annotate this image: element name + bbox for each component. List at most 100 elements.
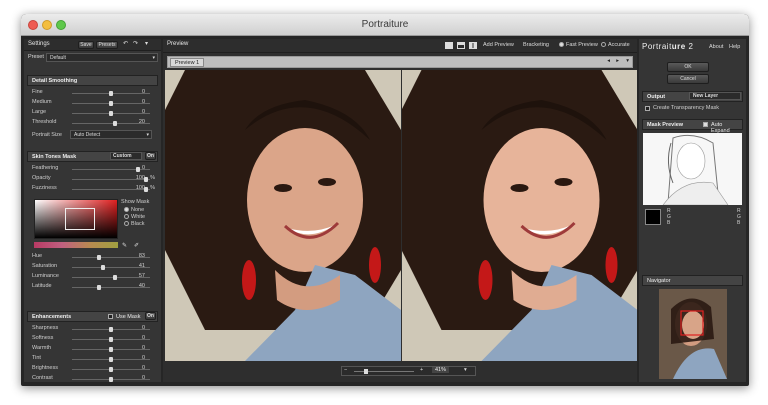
tab-preview-1[interactable]: Preview 1 xyxy=(170,58,205,67)
portrait-size-dropdown[interactable]: Auto Detect ▾ xyxy=(70,130,152,139)
slider-knob[interactable] xyxy=(109,376,113,382)
slider-knob[interactable] xyxy=(112,274,117,280)
save-button[interactable]: Save xyxy=(78,41,94,49)
title-bar: Portraiture xyxy=(21,14,749,36)
hue-strip[interactable] xyxy=(34,242,118,248)
slider-knob[interactable] xyxy=(109,336,113,342)
about-button[interactable]: About xyxy=(709,44,723,50)
slider-row: Threshold 20 xyxy=(32,119,157,127)
slider-value[interactable]: 0 xyxy=(142,165,145,171)
slider-label: Hue xyxy=(32,253,43,259)
slider-knob[interactable] xyxy=(109,100,113,106)
slider-row: Sharpness 0 xyxy=(32,325,157,333)
chevron-down-icon: ▾ xyxy=(152,55,155,61)
slider-value[interactable]: 0 xyxy=(142,99,145,105)
color-picker-selection[interactable] xyxy=(65,208,95,230)
slider-row: Opacity 100% xyxy=(32,175,157,183)
slider-value[interactable]: 0 xyxy=(142,335,145,341)
slider-label: Brightness xyxy=(32,365,58,371)
show-mask-option[interactable]: Black xyxy=(124,221,145,227)
mask-mode-dropdown[interactable]: Custom xyxy=(110,152,142,160)
slider-knob[interactable] xyxy=(112,120,117,126)
slider-value[interactable]: 100 xyxy=(136,175,145,181)
show-mask-option[interactable]: White xyxy=(124,214,145,220)
eyedropper-icon[interactable]: ✎ xyxy=(122,242,127,249)
radio-icon xyxy=(124,221,129,227)
slider-knob[interactable] xyxy=(109,90,113,96)
original-preview-image[interactable] xyxy=(165,70,401,361)
preset-dropdown[interactable]: Default ▾ xyxy=(46,53,158,62)
show-mask-option[interactable]: None xyxy=(124,207,145,213)
single-view-icon[interactable] xyxy=(445,42,453,49)
zoom-menu-icon[interactable]: ▾ xyxy=(464,367,467,373)
ok-button[interactable]: OK xyxy=(667,62,709,72)
fast-preview-radio[interactable]: Fast Preview xyxy=(559,42,598,48)
slider-value[interactable]: 0 xyxy=(142,345,145,351)
slider-knob[interactable] xyxy=(109,366,113,372)
zoom-slider-track[interactable] xyxy=(354,371,414,372)
slider-value[interactable]: 41 xyxy=(139,263,145,269)
slider-label: Fine xyxy=(32,89,43,95)
slider-knob[interactable] xyxy=(97,284,102,290)
tab-prev-icon[interactable]: ◂ xyxy=(607,58,610,64)
zoom-level[interactable]: 41% xyxy=(432,367,450,373)
retouched-preview-image[interactable] xyxy=(402,70,637,361)
slider-value[interactable]: 83 xyxy=(139,253,145,259)
slider-value[interactable]: 100 xyxy=(136,185,145,191)
slider-row: Fuzziness 100% xyxy=(32,185,157,193)
accurate-label: Accurate xyxy=(608,42,630,48)
tab-menu-icon[interactable]: ▾ xyxy=(626,58,629,64)
bracketing-button[interactable]: Bracketing xyxy=(523,42,549,48)
undo-icon[interactable]: ↶ xyxy=(123,40,128,47)
enhancements-title: Enhancements xyxy=(32,314,72,320)
slider-knob[interactable] xyxy=(109,326,113,332)
presets-button[interactable]: Presets xyxy=(96,41,118,49)
slider-row: Luminance 57 xyxy=(32,273,157,281)
redo-icon[interactable]: ↷ xyxy=(133,40,138,47)
slider-value[interactable]: 0 xyxy=(142,365,145,371)
split-vertical-icon[interactable] xyxy=(469,42,477,49)
logo-text-bold: ure xyxy=(671,42,686,51)
output-title: Output xyxy=(647,94,666,100)
slider-knob[interactable] xyxy=(101,264,106,270)
slider-value[interactable]: 0 xyxy=(142,325,145,331)
slider-value[interactable]: 0 xyxy=(142,355,145,361)
preview-toolbar: Preview Add Preview Bracketing Fast Prev… xyxy=(163,39,637,53)
slider-value[interactable]: 57 xyxy=(139,273,145,279)
slider-knob[interactable] xyxy=(136,166,141,172)
use-mask-checkbox[interactable] xyxy=(108,314,113,319)
zoom-in-icon[interactable]: + xyxy=(420,367,423,373)
logo-text: Portrait xyxy=(642,42,672,51)
menu-chevron-icon[interactable]: ▾ xyxy=(145,40,148,47)
cancel-button[interactable]: Cancel xyxy=(667,74,709,84)
slider-knob[interactable] xyxy=(97,254,102,260)
split-horizontal-icon[interactable] xyxy=(457,42,465,49)
skin-tones-mask-title: Skin Tones Mask xyxy=(32,154,77,160)
output-dropdown[interactable]: New Layer xyxy=(689,92,741,100)
detail-smoothing-header[interactable]: Detail Smoothing xyxy=(27,75,158,86)
slider-knob[interactable] xyxy=(109,346,113,352)
eyedropper-minus-icon[interactable]: ✐ xyxy=(134,242,139,249)
help-button[interactable]: Help xyxy=(729,44,740,50)
slider-knob[interactable] xyxy=(109,110,113,116)
enhancements-on-toggle[interactable]: On xyxy=(145,312,156,320)
slider-row: Feathering 0 xyxy=(32,165,157,173)
slider-value[interactable]: 0 xyxy=(142,375,145,381)
zoom-out-icon[interactable]: − xyxy=(344,367,347,373)
auto-expand-checkbox[interactable] xyxy=(703,122,708,127)
zoom-slider-knob[interactable] xyxy=(364,369,368,374)
slider-value[interactable]: 20 xyxy=(139,119,145,125)
mask-color-swatch[interactable] xyxy=(645,209,661,225)
color-picker[interactable] xyxy=(34,199,118,239)
tab-next-icon[interactable]: ▸ xyxy=(616,58,619,64)
slider-row: Contrast 0 xyxy=(32,375,157,383)
slider-value[interactable]: 40 xyxy=(139,283,145,289)
slider-value[interactable]: 0 xyxy=(142,109,145,115)
mask-on-toggle[interactable]: On xyxy=(145,152,156,160)
add-preview-button[interactable]: Add Preview xyxy=(483,42,514,48)
accurate-radio[interactable]: Accurate xyxy=(601,42,630,48)
navigator-thumbnail[interactable] xyxy=(659,289,727,379)
create-mask-checkbox[interactable] xyxy=(645,106,650,111)
slider-knob[interactable] xyxy=(109,356,113,362)
slider-value[interactable]: 0 xyxy=(142,89,145,95)
